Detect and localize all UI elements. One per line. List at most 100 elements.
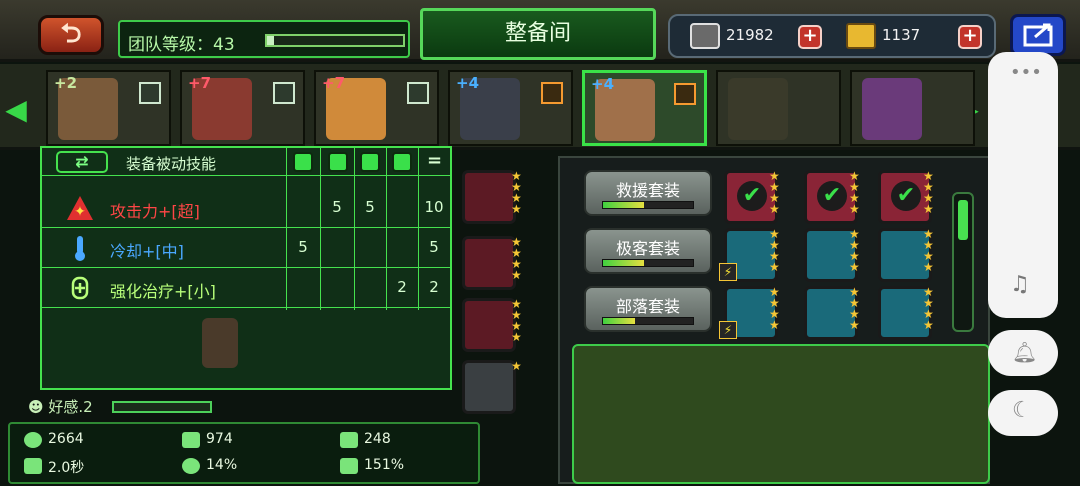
hero-scroll-left-icon[interactable]: ◀: [4, 94, 28, 126]
chip-currency-value: 21982: [726, 26, 774, 44]
hero-card-7[interactable]: [850, 70, 975, 146]
skill-row-attack: ✦ 攻击力+[超] 5 5 10: [42, 188, 450, 228]
rescue-set-column-icon: [293, 152, 313, 172]
hero-card-6[interactable]: [716, 70, 841, 146]
geek-set-column-icon: [328, 152, 348, 172]
attack-icon: [182, 432, 200, 448]
person-icon: [407, 82, 429, 104]
tribe-set-column-icon: [360, 152, 380, 172]
defense-icon: [340, 432, 358, 448]
gear-item-tribe-helmet[interactable]: ★ ★ ★ ★: [804, 286, 860, 340]
hero-card-4[interactable]: +4: [448, 70, 573, 146]
music-note-icon[interactable]: ♫: [1010, 272, 1030, 297]
gold-value: 1137: [882, 26, 921, 44]
skill-row-cooldown: 冷却+[中] 5 5: [42, 228, 450, 268]
set-button-tribe[interactable]: 部落套装: [584, 286, 712, 332]
gear-item-geek-armor[interactable]: ★ ★ ★ ★: [878, 228, 934, 282]
set-name: 救援套装: [615, 181, 680, 200]
swap-hero-icon: [541, 82, 563, 104]
set-name: 极客套装: [615, 239, 680, 258]
svg-text:✦: ✦: [74, 204, 86, 220]
night-mode-button[interactable]: ☾: [988, 390, 1058, 436]
crit-target-icon: [182, 458, 200, 474]
floating-side-panel: ••• ♫: [988, 52, 1058, 318]
equipped-armor-slot[interactable]: ★ ★ ★ ★: [462, 298, 522, 352]
check-icon: ✔: [891, 181, 921, 211]
lightning-icon: ⚡: [719, 321, 737, 339]
speed-value: 2.0秒: [48, 460, 85, 476]
hero-row: ◀ ▶ +2 +7 +7 +4 +4: [0, 64, 1080, 150]
swap-hero-icon: [674, 83, 696, 105]
skill-total: 5: [429, 238, 439, 256]
gold-bar-icon: [846, 23, 876, 49]
notification-bell-button[interactable]: 🔔︎: [988, 330, 1058, 376]
speed-icon: [24, 458, 42, 474]
stats-panel: 2664 974 248 2.0秒 14% 151%: [8, 422, 480, 484]
hero-plus-level: +2: [54, 74, 78, 92]
hero-card-1[interactable]: +2: [46, 70, 171, 146]
favor-label: ☻ 好感.2: [28, 398, 93, 416]
attack-value: 974: [206, 431, 233, 447]
gear-item-rescue-weapon[interactable]: ✔ ★ ★ ★ ★: [724, 170, 780, 224]
equipped-helmet-slot[interactable]: ★ ★ ★ ★: [462, 236, 522, 290]
swap-view-button[interactable]: ⇄: [56, 151, 108, 173]
hero-card-5-selected[interactable]: +4: [582, 70, 707, 146]
skill-label: 强化治疗+[小]: [110, 282, 216, 301]
gear-item-rescue-helmet[interactable]: ✔ ★ ★ ★ ★: [804, 170, 860, 224]
hero-plus-level: +4: [591, 75, 615, 93]
equipment-set-panel: 救援套装 极客套装 部落套装 ✔ ★ ★ ★ ★ ✔ ★ ★ ★ ★ ✔ ★ ★ ★ ★ ⚡ ★ ★…: [558, 156, 990, 484]
heal-capsule-icon: [71, 276, 89, 300]
hero-plus-level: +7: [188, 74, 212, 92]
equipped-weapon-slot[interactable]: ★ ★ ★ ★: [462, 170, 522, 224]
skill-value: 5: [365, 198, 375, 216]
crit-damage-icon: [340, 458, 358, 474]
character-sprite: [202, 318, 238, 368]
gear-item-tribe-weapon[interactable]: ⚡ ★ ★ ★ ★: [719, 286, 780, 340]
skill-panel-title: 装备被动技能: [126, 155, 217, 173]
skill-header: ⇄ 装备被动技能 =: [42, 148, 450, 176]
skill-total: 2: [429, 278, 439, 296]
equipped-items-column: ★ ★ ★ ★ ★ ★ ★ ★ ★ ★ ★ ★ ★: [456, 160, 556, 420]
hero-plus-level: +4: [456, 74, 480, 92]
back-button[interactable]: ⮌: [38, 15, 104, 55]
set-scrollbar[interactable]: [952, 192, 974, 332]
team-level-bar: [265, 34, 405, 47]
set-button-geek[interactable]: 极客套装: [584, 228, 712, 274]
crit-value: 14%: [206, 457, 238, 473]
skill-total: 10: [424, 198, 444, 216]
more-dots-icon[interactable]: •••: [1010, 62, 1042, 83]
set-progress-bar: [602, 259, 694, 267]
add-gold-button[interactable]: +: [958, 25, 982, 49]
skill-value: 5: [332, 198, 342, 216]
hero-card-3[interactable]: +7: [314, 70, 439, 146]
ring-column-icon: [392, 152, 412, 172]
lightning-icon: ⚡: [719, 263, 737, 281]
set-name: 部落套装: [615, 297, 680, 316]
chip-currency-icon: [690, 23, 720, 49]
gear-item-geek-weapon[interactable]: ⚡ ★ ★ ★ ★: [719, 228, 780, 282]
favor-text: 好感.2: [48, 398, 93, 416]
gear-item-geek-headset[interactable]: ★ ★ ★ ★: [804, 228, 860, 282]
share-button[interactable]: [1010, 14, 1066, 56]
set-button-rescue[interactable]: 救援套装: [584, 170, 712, 216]
skill-value: 2: [397, 278, 407, 296]
team-level-label: 团队等级：43: [128, 35, 235, 55]
hero-portrait: [862, 78, 922, 140]
gear-item-tribe-armor[interactable]: ★ ★ ★ ★: [878, 286, 934, 340]
hero-card-2[interactable]: +7: [180, 70, 305, 146]
hp-value: 2664: [48, 431, 84, 447]
person-icon: [139, 82, 161, 104]
total-column-label: =: [427, 150, 443, 171]
check-icon: ✔: [737, 181, 767, 211]
gear-item-rescue-armor[interactable]: ✔ ★ ★ ★ ★: [878, 170, 934, 224]
currency-bar: 21982 + 1137 +: [668, 14, 996, 58]
person-icon: [273, 82, 295, 104]
bell-icon: 🔔︎: [1012, 340, 1038, 364]
team-level-box: 团队等级：43: [118, 20, 410, 58]
equipped-ring-slot[interactable]: ★: [462, 360, 522, 414]
scrollbar-thumb[interactable]: [958, 200, 968, 240]
skill-row-heal: 强化治疗+[小] 2 2: [42, 268, 450, 308]
page-title: 整备间: [420, 8, 656, 60]
add-chip-button[interactable]: +: [798, 25, 822, 49]
attack-warning-icon: ✦: [67, 196, 93, 220]
